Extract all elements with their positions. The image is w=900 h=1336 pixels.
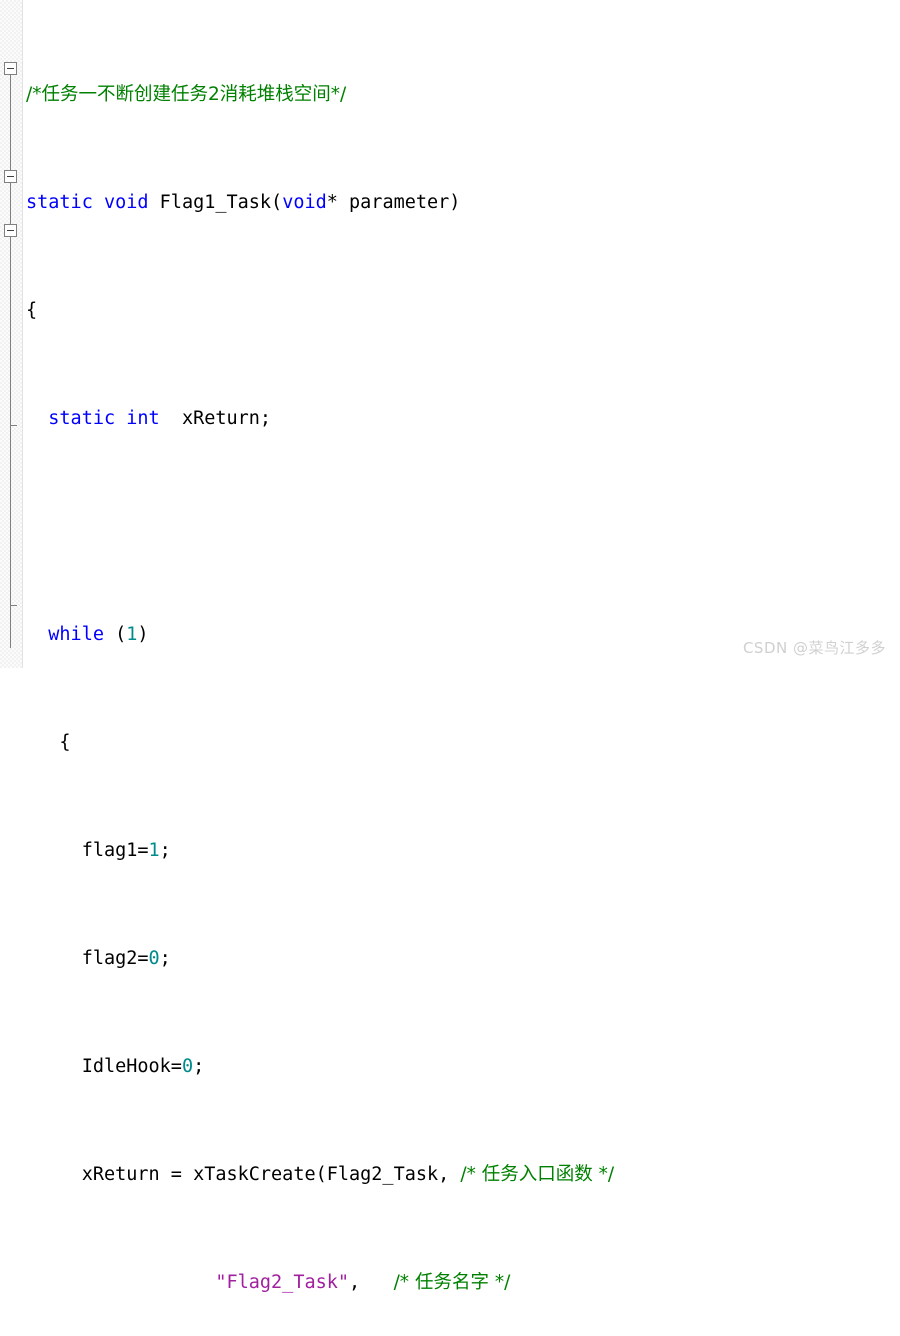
number-literal: 1 (126, 624, 138, 645)
comment-token: /*任务一不断创建任务2消耗堆栈空间*/ (26, 84, 347, 105)
fold-gutter[interactable] (0, 0, 23, 668)
open-brace: { (26, 300, 38, 321)
keyword-static: static (48, 408, 116, 429)
comma: , (349, 1272, 394, 1293)
keyword-while: while (48, 624, 104, 645)
semicolon: ; (159, 840, 171, 861)
fold-marker-while-body[interactable] (4, 170, 17, 183)
fold-end-tick-upper (10, 425, 17, 426)
code-line-9[interactable]: flag2=0; (22, 945, 900, 972)
function-signature: Flag1_Task( (148, 192, 283, 213)
assignment-target: flag1= (81, 840, 149, 861)
code-line-12[interactable]: "Flag2_Task", /* 任务名字 */ (22, 1269, 900, 1296)
fold-end-tick-lower (10, 605, 17, 606)
number-literal: 1 (148, 840, 160, 861)
number-literal: 0 (148, 948, 160, 969)
csdn-watermark: CSDN @菜鸟江多多 (742, 639, 886, 657)
paren-open: ( (103, 624, 127, 645)
code-line-11[interactable]: xReturn = xTaskCreate(Flag2_Task, /* 任务入… (22, 1161, 900, 1188)
code-line-1[interactable]: /*任务一不断创建任务2消耗堆栈空间*/ (22, 81, 900, 108)
number-literal: 0 (181, 1056, 194, 1077)
code-line-5-blank[interactable] (22, 513, 900, 540)
keyword-static: static (26, 192, 93, 213)
assignment-target: flag2= (81, 948, 149, 969)
open-brace: { (59, 732, 71, 753)
semicolon: ; (159, 948, 171, 969)
semicolon: ; (193, 1056, 205, 1077)
string-literal: "Flag2_Task" (215, 1272, 350, 1293)
code-line-2[interactable]: static void Flag1_Task(void* parameter) (22, 189, 900, 216)
xtaskcreate-call: xReturn = xTaskCreate(Flag2_Task, (81, 1164, 461, 1185)
keyword-void: void (103, 192, 149, 213)
param-rest: * parameter) (326, 192, 461, 213)
fold-marker-inner-block[interactable] (4, 224, 17, 237)
keyword-int: int (126, 408, 160, 429)
code-line-7[interactable]: { (22, 729, 900, 756)
paren-close: ) (137, 624, 149, 645)
variable-declaration: xReturn; (159, 408, 272, 429)
code-line-10[interactable]: IdleHook=0; (22, 1053, 900, 1080)
assignment-target: IdleHook= (81, 1056, 182, 1077)
code-line-4[interactable]: static int xReturn; (22, 405, 900, 432)
comment-token: /* 任务名字 */ (393, 1272, 511, 1293)
comment-token: /* 任务入口函数 */ (460, 1164, 615, 1185)
code-area[interactable]: /*任务一不断创建任务2消耗堆栈空间*/ static void Flag1_T… (22, 0, 900, 1293)
code-line-3[interactable]: { (22, 297, 900, 324)
fold-marker-function-body[interactable] (4, 62, 17, 75)
fold-spine (10, 68, 11, 648)
code-line-8[interactable]: flag1=1; (22, 837, 900, 864)
keyword-void-param: void (282, 192, 327, 213)
code-editor[interactable]: /*任务一不断创建任务2消耗堆栈空间*/ static void Flag1_T… (0, 0, 900, 1293)
